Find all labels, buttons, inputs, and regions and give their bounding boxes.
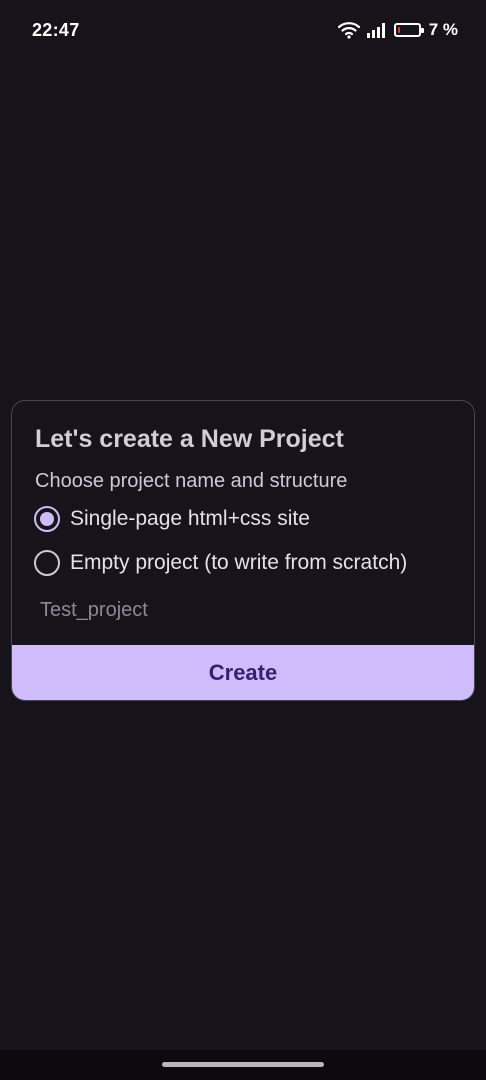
home-indicator[interactable] (162, 1062, 324, 1067)
new-project-dialog: Let's create a New Project Choose projec… (11, 400, 475, 701)
option-label-empty-project: Empty project (to write from scratch) (70, 551, 408, 574)
signal-icon (366, 21, 388, 39)
project-name-input[interactable] (24, 585, 454, 635)
battery-icon (393, 23, 424, 37)
option-single-page[interactable]: Single-page html+css site (34, 504, 310, 534)
option-empty-project[interactable]: Empty project (to write from scratch) (34, 548, 407, 578)
radio-button-empty-project[interactable] (34, 550, 60, 576)
option-label-single-page: Single-page html+css site (70, 507, 310, 530)
status-bar: 22:47 7 % (0, 0, 486, 60)
status-icons: 7 % (332, 19, 458, 41)
wifi-icon (337, 21, 360, 39)
radio-button-single-page[interactable] (34, 506, 60, 532)
status-time: 22:47 (32, 20, 80, 40)
dialog-title: Let's create a New Project (35, 425, 344, 453)
battery-level-fill (397, 27, 400, 33)
create-button[interactable]: Create (12, 645, 474, 700)
battery-percentage: 7 % (428, 20, 458, 39)
dialog-subtitle: Choose project name and structure (35, 470, 348, 492)
screen: 22:47 7 % Let's create a New Project Cho… (0, 0, 486, 1080)
navigation-bar (0, 1050, 486, 1080)
